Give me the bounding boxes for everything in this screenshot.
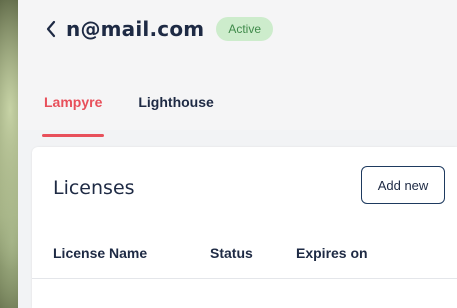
title-row: n@mail.com Active (44, 14, 274, 44)
licenses-table-header: License Name Status Expires on (32, 233, 457, 279)
column-license-name[interactable]: License Name (53, 245, 147, 261)
column-status[interactable]: Status (210, 245, 253, 261)
licenses-title: Licenses (53, 177, 135, 199)
status-badge: Active (216, 17, 274, 41)
column-expires-on[interactable]: Expires on (296, 245, 368, 261)
account-email: n@mail.com (66, 17, 205, 41)
tab-lighthouse[interactable]: Lighthouse (138, 86, 213, 130)
page-header: n@mail.com Active Lampyre Lighthouse (18, 0, 457, 137)
account-panel: n@mail.com Active Lampyre Lighthouse Lic… (18, 0, 457, 308)
product-tabs: Lampyre Lighthouse (41, 86, 250, 137)
add-new-button[interactable]: Add new (361, 166, 445, 204)
licenses-card: Licenses Add new License Name Status Exp… (32, 147, 457, 308)
tab-lampyre[interactable]: Lampyre (41, 86, 105, 137)
chevron-left-icon[interactable] (44, 19, 58, 39)
